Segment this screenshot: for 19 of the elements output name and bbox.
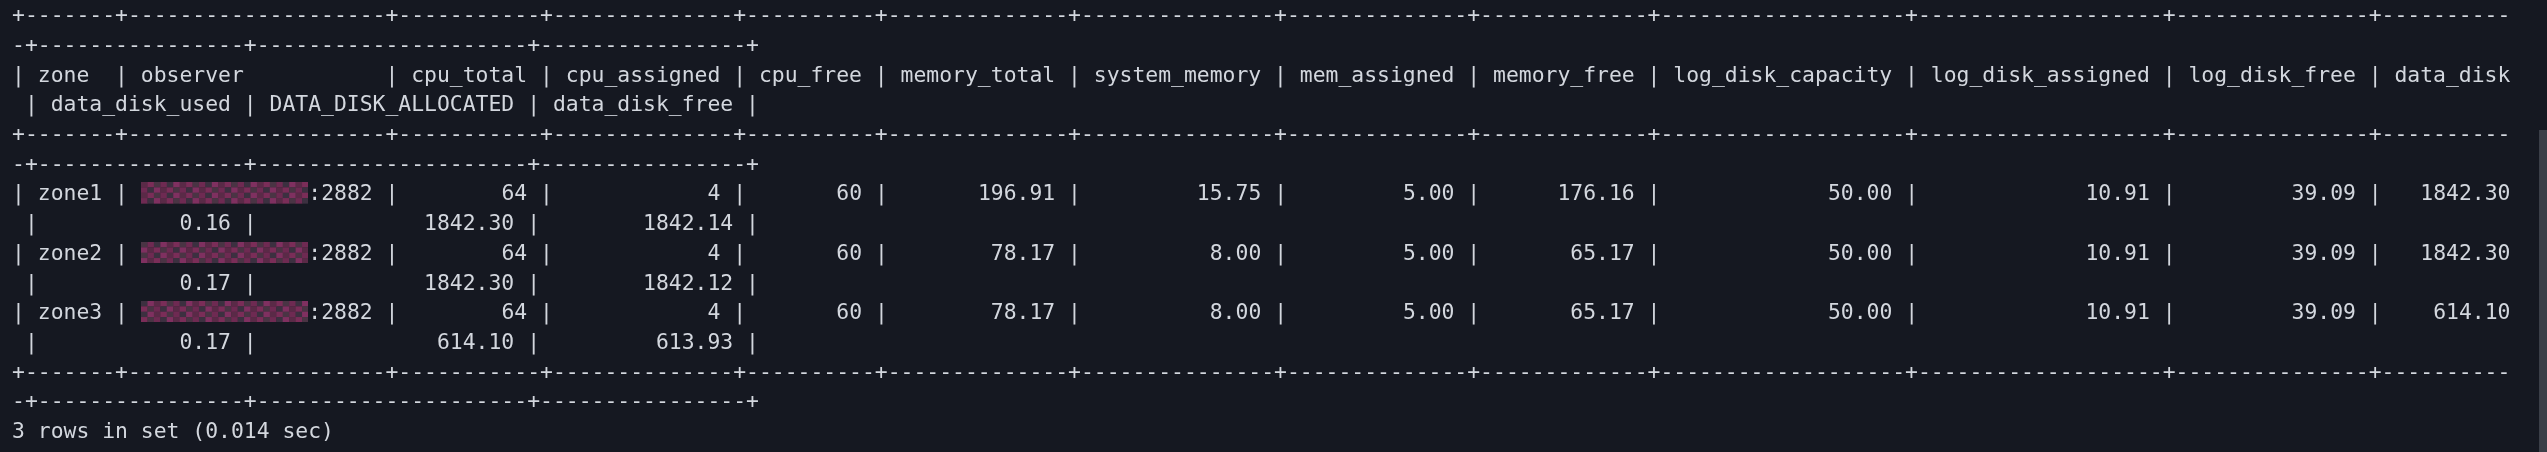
table-row-line: | zone3 | xyxy=(12,299,129,325)
table-row-line: | 0.17 | 1842.30 | 1842.12 | xyxy=(23,269,759,295)
table-border-line: +-------+--------------------+-----------+--------------+----------+--------------+---------------+--------------+-------------+-------------------+-------------------+---------------+---------- xyxy=(12,2,2511,28)
table-border-line: +-------+--------------------+-----------+--------------+----------+--------------+---------------+--------------+-------------+-------------------+-------------------+---------------+---------- xyxy=(12,121,2511,147)
table-border-line: +-------+--------------------+-----------+--------------+----------+--------------+---------------+--------------+-------------+-------------------+-------------------+---------------+---------- xyxy=(12,358,2511,384)
table-border-line: -+----------------+---------------------+----------------+ xyxy=(12,150,759,176)
status-message: 3 rows in set (0.014 sec) xyxy=(12,417,334,443)
table-row-line: :2882 | 64 | 4 | 60 | 196.91 | 15.75 | 5.00 | 176.16 | 50.00 | 10.91 | 39.09 | 1842.30 xyxy=(308,180,2511,206)
table-header-line: | data_disk_used | DATA_DISK_ALLOCATED | data_disk_free | xyxy=(23,91,759,117)
table-row-line: | zone1 | xyxy=(12,180,129,206)
scrollbar[interactable] xyxy=(2539,130,2547,452)
table-border-line: -+----------------+---------------------+----------------+ xyxy=(12,32,759,58)
table-header-line: | zone | observer | cpu_total | cpu_assigned | cpu_free | memory_total | system_memory | mem_assigned | memory_free | log_disk_capacity | log_disk_assigned | log_disk_free | data_disk xyxy=(12,61,2511,87)
table-row-line: | 0.16 | 1842.30 | 1842.14 | xyxy=(23,210,759,236)
table-row-line: :2882 | 64 | 4 | 60 | 78.17 | 8.00 | 5.00 | 65.17 | 50.00 | 10.91 | 39.09 | 614.10 xyxy=(308,299,2511,325)
table-row-line: :2882 | 64 | 4 | 60 | 78.17 | 8.00 | 5.00 | 65.17 | 50.00 | 10.91 | 39.09 | 1842.30 xyxy=(308,239,2511,265)
table-row-line: | 0.17 | 614.10 | 613.93 | xyxy=(23,328,759,354)
table-border-line: -+----------------+---------------------+----------------+ xyxy=(12,388,759,414)
table-row-line: | zone2 | xyxy=(12,239,129,265)
